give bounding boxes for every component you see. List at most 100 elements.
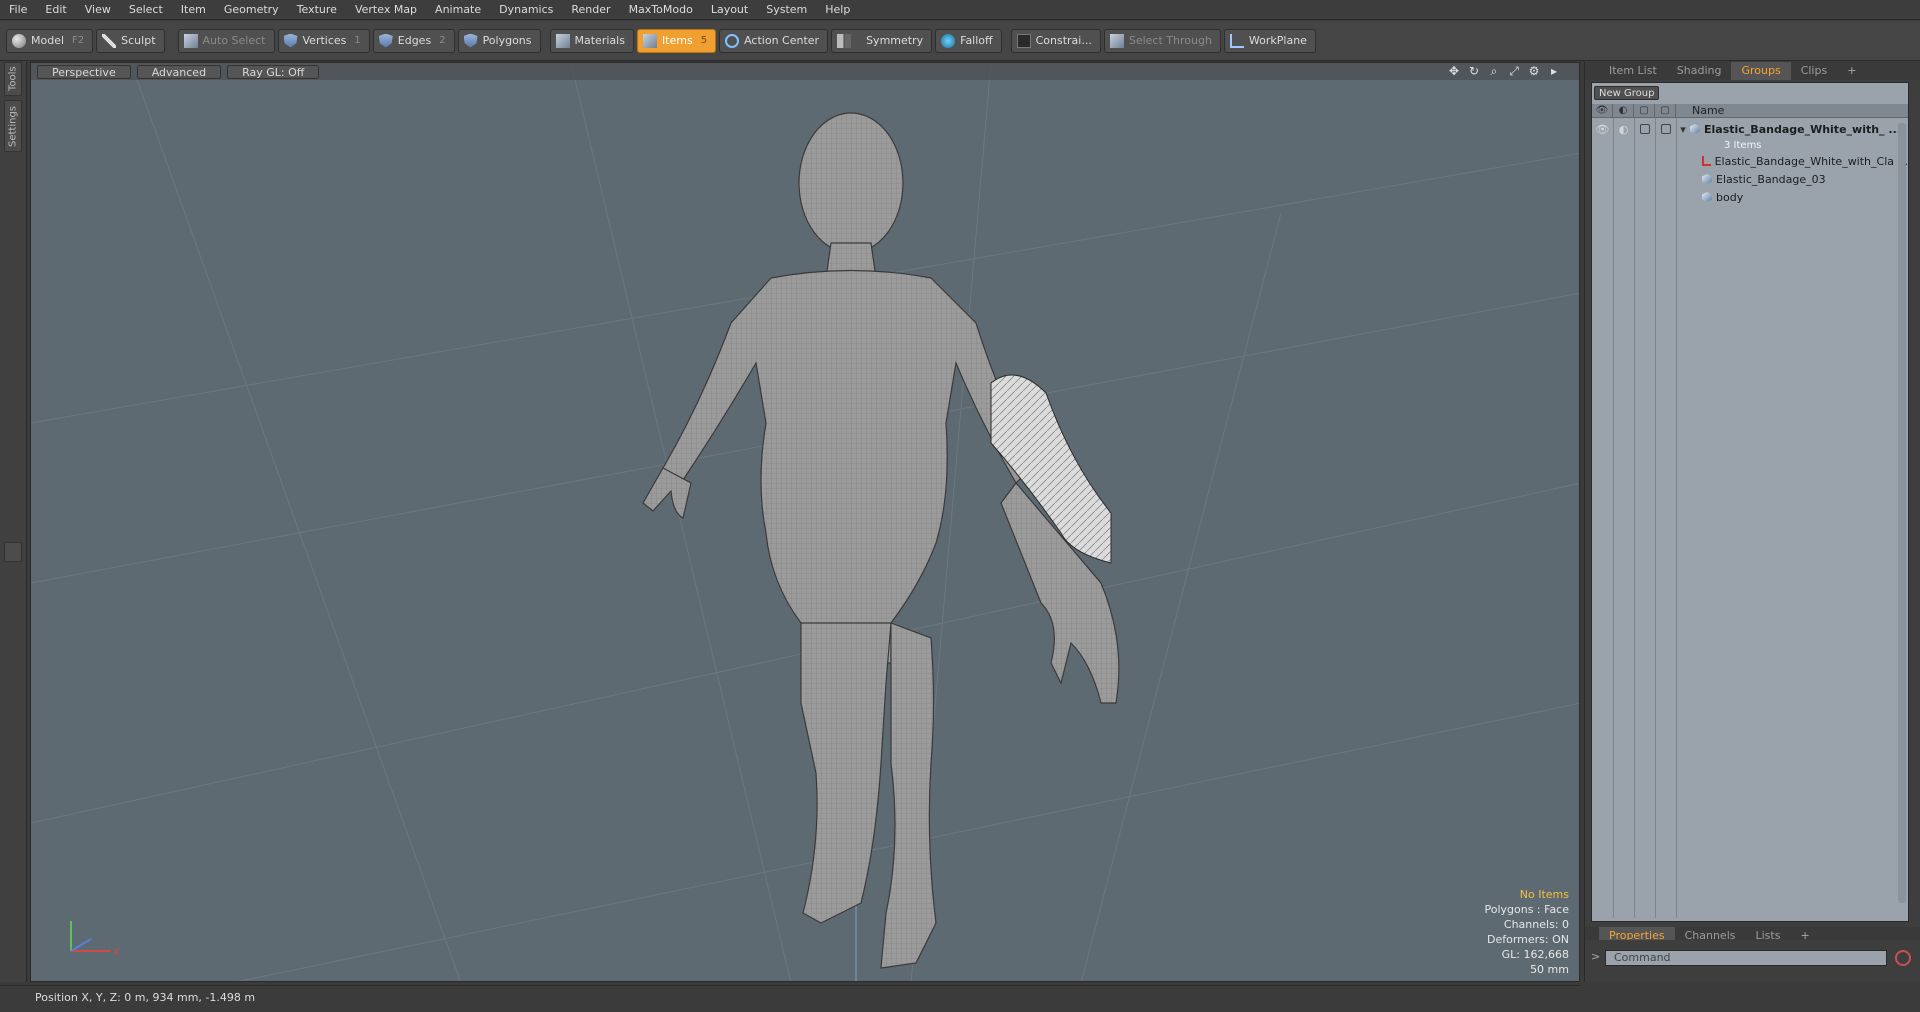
- menu-help[interactable]: Help: [816, 0, 859, 20]
- arrow-right-icon[interactable]: ▸: [1547, 64, 1561, 79]
- perspective-button[interactable]: Perspective: [37, 64, 131, 79]
- 3d-viewport[interactable]: Perspective Advanced Ray GL: Off ✥ ↻ ⌕ ⤢…: [30, 62, 1580, 982]
- menu-view[interactable]: View: [76, 0, 120, 20]
- group-icon: [1690, 124, 1700, 134]
- menu-system[interactable]: System: [757, 0, 816, 20]
- tab-item-list[interactable]: Item List: [1599, 62, 1667, 80]
- menu-bar: File Edit View Select Item Geometry Text…: [0, 0, 1920, 20]
- group-child-row[interactable]: Elastic_Bandage_White_with_Cla ...: [1592, 153, 1908, 169]
- auto-select-button[interactable]: Auto Select: [177, 28, 275, 53]
- advanced-button[interactable]: Advanced: [136, 64, 222, 79]
- select-col-icon[interactable]: ▢: [1655, 103, 1676, 118]
- left-tab-strip: Tools Settings: [0, 62, 27, 982]
- materials-icon: [555, 33, 570, 48]
- name-column-header: Name: [1692, 104, 1725, 117]
- group-child-name: Elastic_Bandage_03: [1716, 172, 1826, 186]
- items-button[interactable]: Items 5: [636, 28, 717, 53]
- cube-icon: [183, 33, 198, 48]
- model-button[interactable]: Model F2: [6, 28, 94, 53]
- polygons-button[interactable]: Polygons: [457, 28, 541, 53]
- tab-clips[interactable]: Clips: [1791, 62, 1838, 80]
- prompt-chevron-icon: >: [1591, 950, 1601, 963]
- render-toggle-icon[interactable]: ◐: [1613, 121, 1634, 137]
- col-divider: [1676, 118, 1677, 918]
- eye-icon[interactable]: 👁: [1592, 121, 1613, 137]
- menu-animate[interactable]: Animate: [426, 0, 490, 20]
- groups-header: 👁 ◐ ▢ ▢ Name: [1592, 103, 1908, 118]
- menu-edit[interactable]: Edit: [36, 0, 75, 20]
- checkbox-icon: [1660, 124, 1671, 134]
- symmetry-button[interactable]: Symmetry: [831, 28, 933, 53]
- status-bar: Position X, Y, Z: 0 m, 934 mm, -1.498 m: [0, 985, 1580, 1012]
- tab-shading[interactable]: Shading: [1667, 62, 1732, 80]
- polygons-stat: Polygons : Face: [1484, 903, 1569, 916]
- channels-stat: Channels: 0: [1503, 918, 1569, 931]
- menu-file[interactable]: File: [0, 0, 36, 20]
- groups-scrollbar[interactable]: [1898, 123, 1906, 903]
- sphere-icon: [12, 33, 26, 48]
- vertices-icon: [283, 33, 298, 48]
- deformers-stat: Deformers: ON: [1487, 933, 1569, 946]
- visibility-col-icon[interactable]: 👁: [1592, 103, 1613, 118]
- materials-button[interactable]: Materials: [549, 28, 634, 53]
- locator-icon: [1702, 156, 1711, 166]
- select-through-button[interactable]: Select Through: [1103, 28, 1221, 53]
- menu-geometry[interactable]: Geometry: [215, 0, 288, 20]
- menu-texture[interactable]: Texture: [288, 0, 346, 20]
- constraints-button[interactable]: Constrai...: [1010, 28, 1101, 53]
- select-toggle[interactable]: [1655, 121, 1676, 137]
- action-center-button[interactable]: Action Center: [719, 28, 829, 53]
- mesh-icon: [1702, 174, 1712, 184]
- panel-collapse-handle[interactable]: [4, 542, 22, 562]
- maximize-icon[interactable]: ⤢: [1507, 64, 1521, 79]
- menu-item[interactable]: Item: [172, 0, 215, 20]
- add-tab-icon[interactable]: +: [1837, 62, 1866, 80]
- lock-col-icon[interactable]: ▢: [1634, 103, 1655, 118]
- menu-layout[interactable]: Layout: [702, 0, 757, 20]
- falloff-icon: [941, 33, 956, 48]
- group-child-row[interactable]: Elastic_Bandage_03: [1592, 171, 1908, 187]
- workplane-icon: [1229, 33, 1244, 48]
- main-toolbar: Model F2 Sculpt Auto Select Vertices 1 Edg…: [0, 21, 1920, 61]
- crosshair-icon: [725, 33, 740, 48]
- brush-icon: [102, 33, 117, 48]
- mesh-icon: [1702, 192, 1712, 202]
- command-input[interactable]: Command: [1605, 950, 1887, 966]
- gear-icon[interactable]: ⚙: [1527, 64, 1541, 79]
- workplane-button[interactable]: WorkPlane: [1223, 28, 1316, 53]
- sculpt-button[interactable]: Sculpt: [96, 28, 165, 53]
- menu-vertex-map[interactable]: Vertex Map: [346, 0, 426, 20]
- raygl-button[interactable]: Ray GL: Off: [227, 64, 320, 79]
- menu-maxtomodo[interactable]: MaxToModo: [620, 0, 702, 20]
- gl-stat: GL: 162,668: [1501, 948, 1569, 961]
- tools-tab[interactable]: Tools: [4, 62, 22, 96]
- axis-gizmo: X: [70, 921, 120, 958]
- menu-dynamics[interactable]: Dynamics: [490, 0, 562, 20]
- pan-icon[interactable]: ✥: [1447, 64, 1461, 79]
- right-panel: Item List Shading Groups Clips + New Gro…: [1584, 62, 1920, 982]
- render-col-icon[interactable]: ◐: [1613, 103, 1634, 118]
- falloff-button[interactable]: Falloff: [935, 28, 1002, 53]
- rotate-icon[interactable]: ↻: [1467, 64, 1481, 79]
- record-icon[interactable]: [1895, 950, 1911, 966]
- viewport-header: Perspective Advanced Ray GL: Off: [31, 63, 1579, 80]
- select-through-icon: [1109, 33, 1124, 48]
- vertices-button[interactable]: Vertices 1: [277, 28, 370, 53]
- group-child-row[interactable]: body: [1592, 189, 1908, 205]
- settings-tab[interactable]: Settings: [4, 100, 22, 152]
- lock-toggle[interactable]: [1634, 121, 1655, 137]
- command-bar: > Command: [1585, 940, 1920, 980]
- zoom-icon[interactable]: ⌕: [1487, 64, 1501, 79]
- polygons-icon: [463, 33, 478, 48]
- edges-button[interactable]: Edges 2: [372, 28, 455, 53]
- menu-render[interactable]: Render: [562, 0, 619, 20]
- body-mesh[interactable]: [642, 112, 1120, 969]
- groups-list: New Group 👁 ◐ ▢ ▢ Name 👁 ◐ ▾ Elastic_Ban…: [1591, 82, 1909, 922]
- menu-select[interactable]: Select: [120, 0, 172, 20]
- group-row-root[interactable]: 👁 ◐ ▾ Elastic_Bandage_White_with_ ...: [1592, 121, 1908, 137]
- expand-arrow-icon[interactable]: ▾: [1676, 123, 1690, 136]
- new-group-button[interactable]: New Group: [1594, 86, 1660, 100]
- lens-stat: 50 mm: [1530, 963, 1569, 976]
- edges-icon: [378, 33, 393, 48]
- tab-groups[interactable]: Groups: [1731, 62, 1791, 80]
